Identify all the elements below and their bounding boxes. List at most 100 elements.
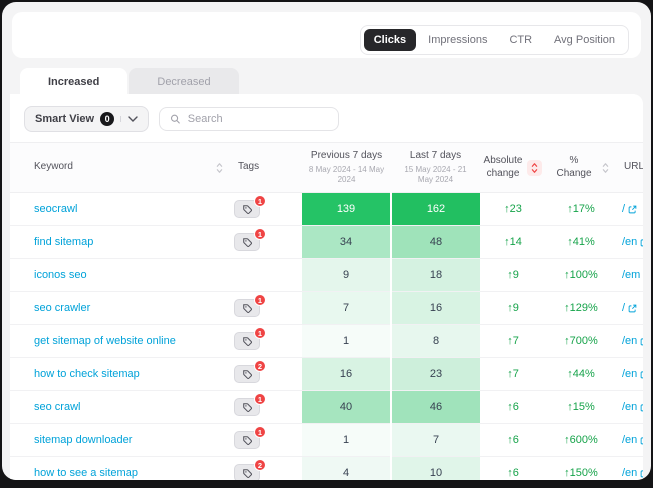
tag-count-badge: 1 xyxy=(254,426,266,438)
external-link-icon xyxy=(628,205,637,214)
sort-icon[interactable] xyxy=(601,162,610,174)
sort-icon-active[interactable] xyxy=(527,160,542,176)
app-window: Clicks Impressions CTR Avg Position Incr… xyxy=(2,2,651,480)
table-row: sitemap downloader 1 1 7 ↑6 ↑600% /en xyxy=(10,424,643,457)
previous-value-cell: 139 xyxy=(302,193,391,226)
header-absolute-change[interactable]: Absolute change xyxy=(480,143,546,193)
absolute-change-cell: ↑6 xyxy=(480,424,546,457)
tag-icon xyxy=(242,303,253,314)
tag-button[interactable]: 1 xyxy=(234,233,260,251)
absolute-change-cell: ↑6 xyxy=(480,457,546,480)
percent-change-cell: ↑150% xyxy=(546,457,616,480)
url-link[interactable]: /en xyxy=(622,335,643,347)
tag-count-badge: 1 xyxy=(254,393,266,405)
tag-button[interactable]: 1 xyxy=(234,200,260,218)
keyword-link[interactable]: how to see a sitemap xyxy=(34,467,138,479)
tag-button[interactable]: 2 xyxy=(234,464,260,480)
keyword-link[interactable]: iconos seo xyxy=(34,269,87,281)
header-url-label: URL xyxy=(624,161,643,174)
url-link[interactable]: /en xyxy=(622,434,643,446)
trend-tabstrip: Increased Decreased xyxy=(20,68,239,96)
sort-icon[interactable] xyxy=(215,162,224,174)
tag-icon xyxy=(242,369,253,380)
previous-value-cell: 40 xyxy=(302,391,391,424)
absolute-change-cell: ↑9 xyxy=(480,292,546,325)
url-link[interactable]: /em xyxy=(622,269,643,281)
keyword-link[interactable]: find sitemap xyxy=(34,236,93,248)
previous-value-cell: 9 xyxy=(302,259,391,292)
last-value-cell: 18 xyxy=(391,259,480,292)
keyword-link[interactable]: sitemap downloader xyxy=(34,434,132,446)
previous-value-cell: 1 xyxy=(302,325,391,358)
previous-value-cell: 34 xyxy=(302,226,391,259)
tag-count-badge: 1 xyxy=(254,327,266,339)
keyword-link[interactable]: get sitemap of website online xyxy=(34,335,176,347)
header-percent-change[interactable]: % Change xyxy=(546,143,616,193)
tag-icon xyxy=(242,468,253,479)
external-link-icon xyxy=(640,238,643,247)
top-bar: Clicks Impressions CTR Avg Position xyxy=(12,12,641,58)
search-input-wrapper xyxy=(159,107,339,131)
url-link[interactable]: / xyxy=(622,302,637,314)
keywords-table: Keyword Tags Previous 7 days 8 May 2024 … xyxy=(10,142,643,480)
tag-button[interactable]: 1 xyxy=(234,299,260,317)
table-row: seocrawl 1 139 162 ↑23 ↑17% / xyxy=(10,193,643,226)
keyword-link[interactable]: seo crawl xyxy=(34,401,80,413)
url-link[interactable]: /en xyxy=(622,368,643,380)
metric-tab-ctr[interactable]: CTR xyxy=(499,29,542,51)
metric-tab-impressions[interactable]: Impressions xyxy=(418,29,497,51)
tag-button[interactable]: 1 xyxy=(234,332,260,350)
last-value-cell: 16 xyxy=(391,292,480,325)
table-row: seo crawler 1 7 16 ↑9 ↑129% / xyxy=(10,292,643,325)
url-link[interactable]: /en xyxy=(622,401,643,413)
absolute-change-cell: ↑9 xyxy=(480,259,546,292)
header-keyword[interactable]: Keyword xyxy=(10,143,230,193)
percent-change-cell: ↑44% xyxy=(546,358,616,391)
last-value-cell: 162 xyxy=(391,193,480,226)
tag-button[interactable]: 1 xyxy=(234,431,260,449)
metric-tab-clicks[interactable]: Clicks xyxy=(364,29,416,51)
header-keyword-label: Keyword xyxy=(34,161,73,174)
smart-view-button[interactable]: Smart View 0 xyxy=(24,106,149,132)
table-row: iconos seo 9 18 ↑9 ↑100% /em xyxy=(10,259,643,292)
header-tags-label: Tags xyxy=(238,161,259,174)
smart-view-label: Smart View xyxy=(35,113,94,125)
last-value-cell: 8 xyxy=(391,325,480,358)
toolbar: Smart View 0 xyxy=(10,94,643,142)
tag-count-badge: 1 xyxy=(254,294,266,306)
table-row: seo crawl 1 40 46 ↑6 ↑15% /en xyxy=(10,391,643,424)
metric-tab-avg-position[interactable]: Avg Position xyxy=(544,29,625,51)
header-previous-range: 8 May 2024 - 14 May 2024 xyxy=(308,165,385,186)
percent-change-cell: ↑700% xyxy=(546,325,616,358)
tag-icon xyxy=(242,402,253,413)
tag-count-badge: 2 xyxy=(254,360,266,372)
absolute-change-cell: ↑7 xyxy=(480,325,546,358)
percent-change-cell: ↑17% xyxy=(546,193,616,226)
url-link[interactable]: / xyxy=(622,203,637,215)
search-input[interactable] xyxy=(188,113,328,125)
tag-icon xyxy=(242,435,253,446)
last-value-cell: 46 xyxy=(391,391,480,424)
header-url[interactable]: URL xyxy=(616,143,643,193)
url-link[interactable]: /en xyxy=(622,467,643,479)
previous-value-cell: 16 xyxy=(302,358,391,391)
url-link[interactable]: /en xyxy=(622,236,643,248)
smart-view-count-badge: 0 xyxy=(100,112,114,126)
last-value-cell: 7 xyxy=(391,424,480,457)
header-last-7-days: Last 7 days 15 May 2024 - 21 May 2024 xyxy=(391,143,480,193)
tag-button[interactable]: 1 xyxy=(234,398,260,416)
table-row: how to check sitemap 2 16 23 ↑7 ↑44% /en xyxy=(10,358,643,391)
keyword-link[interactable]: seocrawl xyxy=(34,203,77,215)
external-link-icon xyxy=(640,436,643,445)
absolute-change-cell: ↑6 xyxy=(480,391,546,424)
tag-count-badge: 2 xyxy=(254,459,266,471)
tag-button[interactable]: 2 xyxy=(234,365,260,383)
header-previous-7-days: Previous 7 days 8 May 2024 - 14 May 2024 xyxy=(302,143,391,193)
table-body: seocrawl 1 139 162 ↑23 ↑17% / find sitem… xyxy=(10,193,643,480)
tab-increased[interactable]: Increased xyxy=(20,68,127,96)
keyword-link[interactable]: how to check sitemap xyxy=(34,368,140,380)
percent-change-cell: ↑41% xyxy=(546,226,616,259)
tab-decreased[interactable]: Decreased xyxy=(129,68,238,96)
external-link-icon xyxy=(640,337,643,346)
keyword-link[interactable]: seo crawler xyxy=(34,302,90,314)
